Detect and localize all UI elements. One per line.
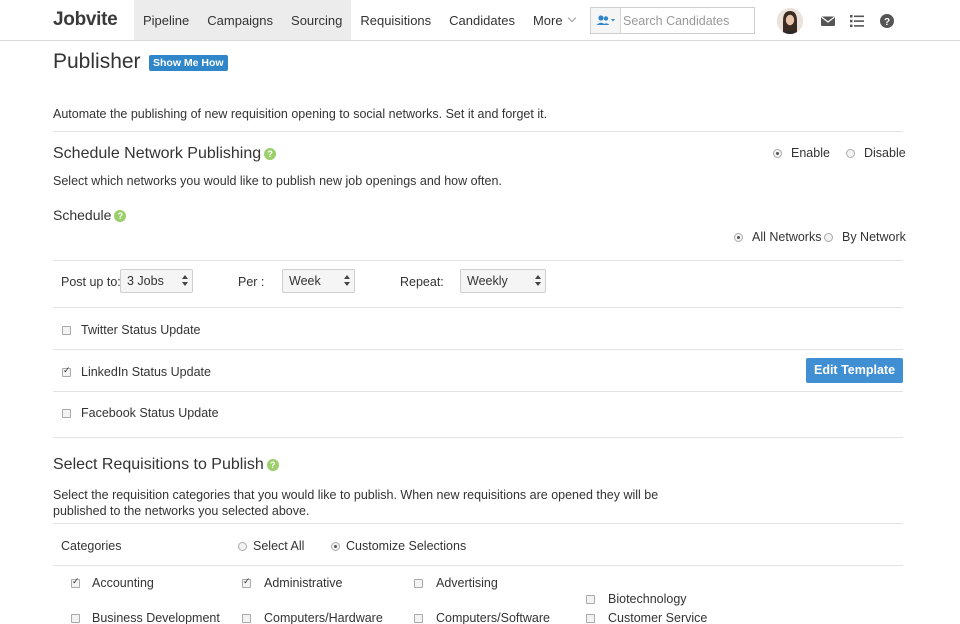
help-icon[interactable]: ? [114, 210, 127, 222]
enable-radio[interactable] [773, 149, 782, 158]
categories-label: Categories [61, 539, 122, 553]
category-label-computers-software[interactable]: Computers/Software [436, 611, 550, 624]
page-description: Automate the publishing of new requisiti… [53, 107, 548, 121]
divider [53, 131, 903, 132]
schedule-network-heading-text: Schedule Network Publishing [53, 145, 262, 162]
enable-label[interactable]: Enable [791, 146, 830, 160]
post-up-to-select[interactable]: 3 Jobs [120, 269, 193, 293]
requisitions-description-line1: Select the requisition categories that y… [53, 488, 659, 502]
repeat-label: Repeat: [400, 275, 444, 289]
category-checkbox-computers-software[interactable] [414, 614, 423, 623]
all-networks-radio[interactable] [734, 233, 743, 242]
divider [53, 391, 903, 392]
page-title: Publisher [53, 50, 141, 73]
per-select[interactable]: Week [282, 269, 355, 293]
person-search-icon [596, 15, 615, 25]
divider [53, 349, 903, 350]
per-label: Per : [238, 275, 265, 289]
category-checkbox-biotechnology[interactable] [586, 595, 595, 604]
category-label-customer-service[interactable]: Customer Service [608, 611, 707, 624]
linkedin-checkbox[interactable] [62, 365, 71, 377]
nav-pipeline[interactable]: Pipeline [134, 0, 199, 40]
facebook-checkbox[interactable] [62, 409, 71, 418]
search-input[interactable] [621, 8, 784, 33]
nav-candidates[interactable]: Candidates [440, 0, 524, 40]
updown-arrows-icon [535, 275, 541, 287]
divider [53, 307, 903, 308]
help-icon[interactable]: ? [264, 148, 277, 160]
requisitions-heading: Select Requisitions to Publish? [53, 456, 279, 474]
svg-text:?: ? [884, 17, 890, 28]
per-value: Week [289, 274, 321, 288]
by-network-radio[interactable] [824, 233, 833, 242]
question-icon[interactable]: ? [879, 13, 895, 29]
show-me-how-button[interactable]: Show Me How [149, 55, 228, 71]
updown-arrows-icon [344, 275, 350, 287]
top-navigation-bar: Jobvite Pipeline Campaigns Sourcing Requ… [0, 0, 960, 41]
customize-selections-radio[interactable] [331, 542, 340, 551]
divider [53, 437, 903, 438]
post-up-to-label: Post up to: [61, 275, 121, 289]
search-scope-button[interactable] [591, 8, 621, 33]
schedule-network-description: Select which networks you would like to … [53, 174, 502, 188]
nav-more[interactable]: More [524, 0, 584, 40]
avatar-image [777, 8, 803, 34]
category-checkbox-accounting[interactable] [71, 576, 80, 588]
divider [53, 523, 903, 524]
repeat-value: Weekly [467, 274, 508, 288]
category-label-computers-hardware[interactable]: Computers/Hardware [264, 611, 383, 624]
nav-requisitions[interactable]: Requisitions [351, 0, 440, 40]
category-checkbox-business-development[interactable] [71, 614, 80, 623]
facebook-label[interactable]: Facebook Status Update [81, 406, 219, 420]
nav-more-label: More [532, 12, 563, 28]
list-icon[interactable] [849, 13, 865, 29]
schedule-heading: Schedule? [53, 207, 127, 223]
schedule-network-heading: Schedule Network Publishing? [53, 145, 277, 163]
linkedin-label[interactable]: LinkedIn Status Update [81, 365, 211, 379]
category-label-administrative[interactable]: Administrative [264, 576, 343, 590]
by-network-label[interactable]: By Network [842, 230, 906, 244]
disable-label[interactable]: Disable [864, 146, 906, 160]
all-networks-label[interactable]: All Networks [752, 230, 821, 244]
category-checkbox-computers-hardware[interactable] [242, 614, 251, 623]
nav-campaigns[interactable]: Campaigns [198, 0, 283, 40]
category-checkbox-administrative[interactable] [242, 576, 251, 588]
schedule-heading-text: Schedule [53, 207, 112, 223]
edit-template-button[interactable]: Edit Template [806, 358, 903, 383]
category-checkbox-advertising[interactable] [414, 579, 423, 588]
chevron-down-icon [567, 13, 576, 23]
category-label-accounting[interactable]: Accounting [92, 576, 154, 590]
customize-selections-label[interactable]: Customize Selections [346, 539, 466, 553]
requisitions-description-line2: published to the networks you selected a… [53, 504, 310, 518]
envelope-icon[interactable] [820, 13, 836, 29]
requisitions-heading-text: Select Requisitions to Publish [53, 456, 264, 473]
updown-arrows-icon [182, 275, 188, 287]
disable-radio[interactable] [846, 149, 855, 158]
category-label-advertising[interactable]: Advertising [436, 576, 498, 590]
help-icon[interactable]: ? [266, 459, 279, 471]
select-all-radio[interactable] [238, 542, 247, 551]
main-nav: Pipeline Campaigns Sourcing Requisitions… [134, 0, 584, 40]
twitter-label[interactable]: Twitter Status Update [81, 323, 201, 337]
divider [53, 260, 903, 261]
nav-sourcing[interactable]: Sourcing [282, 0, 352, 40]
category-label-biotechnology[interactable]: Biotechnology [608, 592, 687, 606]
divider [53, 565, 903, 566]
repeat-select[interactable]: Weekly [460, 269, 546, 293]
post-up-to-value: 3 Jobs [127, 274, 164, 288]
jobvite-logo[interactable]: Jobvite [53, 9, 118, 31]
twitter-checkbox[interactable] [62, 326, 71, 335]
category-label-business-development[interactable]: Business Development [92, 611, 220, 624]
category-checkbox-customer-service[interactable] [586, 614, 595, 623]
candidate-search [590, 7, 784, 34]
select-all-label[interactable]: Select All [253, 539, 304, 553]
user-avatar[interactable] [777, 8, 803, 34]
